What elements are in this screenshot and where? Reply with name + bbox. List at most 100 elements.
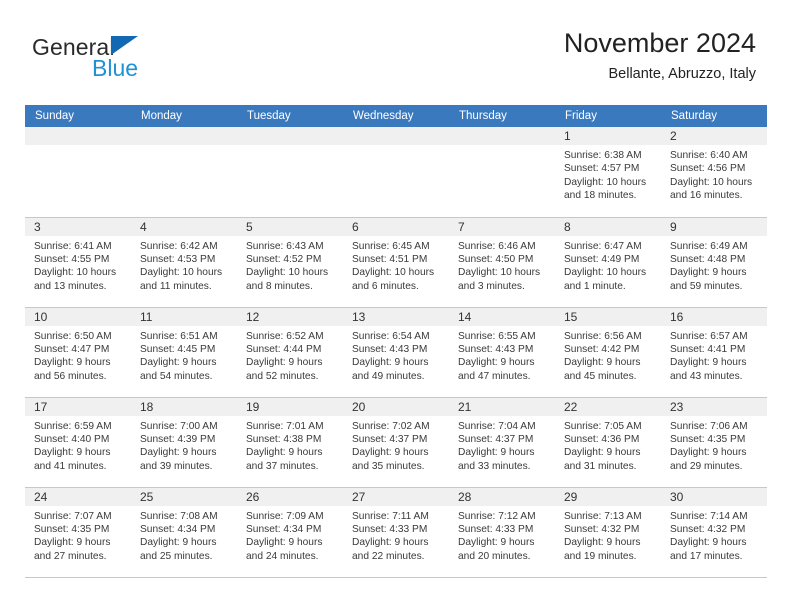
day-details: Sunrise: 7:13 AM Sunset: 4:32 PM Daylight:…: [555, 506, 661, 564]
weekday-header-sunday: Sunday: [25, 105, 131, 127]
calendar-day-cell[interactable]: 27 Sunrise: 7:11 AM Sunset: 4:33 PM Dayligh…: [343, 487, 449, 578]
day-number: 26: [237, 487, 343, 506]
sunset-text: Sunset: 4:32 PM: [564, 523, 640, 535]
logo-triangle-icon: [111, 36, 138, 55]
sunset-text: Sunset: 4:43 PM: [352, 343, 428, 355]
calendar-day-cell[interactable]: 18 Sunrise: 7:00 AM Sunset: 4:39 PM Dayligh…: [131, 397, 237, 488]
daylight-text: Daylight: 9 hours and 47 minutes.: [458, 357, 535, 382]
weekday-header-row: Sunday Monday Tuesday Wednesday Thursday…: [25, 105, 767, 127]
calendar-day-cell[interactable]: 23 Sunrise: 7:06 AM Sunset: 4:35 PM Dayligh…: [661, 397, 767, 488]
calendar-day-cell[interactable]: 11 Sunrise: 6:51 AM Sunset: 4:45 PM Dayligh…: [131, 307, 237, 398]
calendar-day-cell[interactable]: 6 Sunrise: 6:45 AM Sunset: 4:51 PM Daylight…: [343, 217, 449, 308]
sunset-text: Sunset: 4:45 PM: [140, 343, 216, 355]
daylight-text: Daylight: 10 hours and 8 minutes.: [246, 267, 329, 292]
sunset-text: Sunset: 4:37 PM: [458, 433, 534, 445]
day-number: 22: [555, 397, 661, 416]
calendar-day-cell[interactable]: 16 Sunrise: 6:57 AM Sunset: 4:41 PM Dayligh…: [661, 307, 767, 398]
calendar-day-cell[interactable]: 3 Sunrise: 6:41 AM Sunset: 4:55 PM Daylight…: [25, 217, 131, 308]
sunrise-text: Sunrise: 6:45 AM: [352, 240, 430, 252]
sunrise-text: Sunrise: 6:46 AM: [458, 240, 536, 252]
day-number: 8: [555, 217, 661, 236]
day-details: Sunrise: 6:50 AM Sunset: 4:47 PM Daylight:…: [25, 326, 131, 384]
sunrise-text: Sunrise: 6:54 AM: [352, 330, 430, 342]
day-number: [343, 127, 449, 145]
calendar-day-cell[interactable]: 30 Sunrise: 7:14 AM Sunset: 4:32 PM Dayligh…: [661, 487, 767, 578]
calendar-day-cell[interactable]: 5 Sunrise: 6:43 AM Sunset: 4:52 PM Daylight…: [237, 217, 343, 308]
sunrise-text: Sunrise: 6:51 AM: [140, 330, 218, 342]
calendar-day-cell-empty: [449, 127, 555, 218]
sunrise-text: Sunrise: 7:09 AM: [246, 510, 324, 522]
sunset-text: Sunset: 4:49 PM: [564, 253, 640, 265]
day-details: Sunrise: 7:09 AM Sunset: 4:34 PM Daylight:…: [237, 506, 343, 564]
daylight-text: Daylight: 9 hours and 52 minutes.: [246, 357, 323, 382]
sunrise-text: Sunrise: 7:06 AM: [670, 420, 748, 432]
daylight-text: Daylight: 9 hours and 17 minutes.: [670, 537, 747, 562]
calendar-day-cell[interactable]: 1 Sunrise: 6:38 AM Sunset: 4:57 PM Daylight…: [555, 127, 661, 218]
calendar-day-cell[interactable]: 24 Sunrise: 7:07 AM Sunset: 4:35 PM Dayligh…: [25, 487, 131, 578]
calendar-day-cell[interactable]: 9 Sunrise: 6:49 AM Sunset: 4:48 PM Daylight…: [661, 217, 767, 308]
day-number: 24: [25, 487, 131, 506]
calendar-day-cell[interactable]: 25 Sunrise: 7:08 AM Sunset: 4:34 PM Dayligh…: [131, 487, 237, 578]
daylight-text: Daylight: 9 hours and 27 minutes.: [34, 537, 111, 562]
title-block: November 2024 Bellante, Abruzzo, Italy: [564, 28, 756, 82]
sunrise-text: Sunrise: 6:50 AM: [34, 330, 112, 342]
sunset-text: Sunset: 4:48 PM: [670, 253, 746, 265]
day-details: Sunrise: 7:00 AM Sunset: 4:39 PM Daylight:…: [131, 416, 237, 474]
daylight-text: Daylight: 10 hours and 16 minutes.: [670, 176, 753, 202]
daylight-text: Daylight: 9 hours and 41 minutes.: [34, 447, 111, 472]
daylight-text: Daylight: 9 hours and 31 minutes.: [564, 447, 641, 472]
daylight-text: Daylight: 9 hours and 43 minutes.: [670, 357, 747, 382]
sunset-text: Sunset: 4:52 PM: [246, 253, 322, 265]
sunrise-text: Sunrise: 7:05 AM: [564, 420, 642, 432]
day-details: Sunrise: 6:56 AM Sunset: 4:42 PM Daylight:…: [555, 326, 661, 384]
daylight-text: Daylight: 10 hours and 3 minutes.: [458, 267, 541, 292]
calendar-day-cell[interactable]: 28 Sunrise: 7:12 AM Sunset: 4:33 PM Dayligh…: [449, 487, 555, 578]
calendar-week-row: 3 Sunrise: 6:41 AM Sunset: 4:55 PM Daylight…: [25, 217, 767, 308]
day-number: 12: [237, 307, 343, 326]
day-number: [237, 127, 343, 145]
sunset-text: Sunset: 4:47 PM: [34, 343, 110, 355]
calendar-day-cell[interactable]: 21 Sunrise: 7:04 AM Sunset: 4:37 PM Dayligh…: [449, 397, 555, 488]
sunrise-text: Sunrise: 7:13 AM: [564, 510, 642, 522]
calendar-day-cell[interactable]: 10 Sunrise: 6:50 AM Sunset: 4:47 PM Dayligh…: [25, 307, 131, 398]
calendar-day-cell[interactable]: 20 Sunrise: 7:02 AM Sunset: 4:37 PM Dayligh…: [343, 397, 449, 488]
daylight-text: Daylight: 9 hours and 24 minutes.: [246, 537, 323, 562]
day-number: 18: [131, 397, 237, 416]
day-number: 17: [25, 397, 131, 416]
day-number: 21: [449, 397, 555, 416]
day-number: 27: [343, 487, 449, 506]
day-details: Sunrise: 6:59 AM Sunset: 4:40 PM Daylight:…: [25, 416, 131, 474]
calendar-day-cell[interactable]: 22 Sunrise: 7:05 AM Sunset: 4:36 PM Dayligh…: [555, 397, 661, 488]
sunset-text: Sunset: 4:39 PM: [140, 433, 216, 445]
weekday-header-wednesday: Wednesday: [343, 105, 449, 127]
day-details: Sunrise: 7:05 AM Sunset: 4:36 PM Daylight:…: [555, 416, 661, 474]
weekday-header-monday: Monday: [131, 105, 237, 127]
day-details: Sunrise: 6:54 AM Sunset: 4:43 PM Daylight:…: [343, 326, 449, 384]
sunset-text: Sunset: 4:38 PM: [246, 433, 322, 445]
sunrise-text: Sunrise: 7:12 AM: [458, 510, 536, 522]
sunrise-text: Sunrise: 7:04 AM: [458, 420, 536, 432]
day-details: Sunrise: 6:38 AM Sunset: 4:57 PM Daylight:…: [555, 145, 661, 203]
calendar-day-cell[interactable]: 19 Sunrise: 7:01 AM Sunset: 4:38 PM Dayligh…: [237, 397, 343, 488]
calendar-day-cell[interactable]: 13 Sunrise: 6:54 AM Sunset: 4:43 PM Dayligh…: [343, 307, 449, 398]
calendar-day-cell[interactable]: 8 Sunrise: 6:47 AM Sunset: 4:49 PM Daylight…: [555, 217, 661, 308]
sunset-text: Sunset: 4:40 PM: [34, 433, 110, 445]
calendar-day-cell[interactable]: 2 Sunrise: 6:40 AM Sunset: 4:56 PM Daylight…: [661, 127, 767, 218]
calendar-day-cell[interactable]: 14 Sunrise: 6:55 AM Sunset: 4:43 PM Dayligh…: [449, 307, 555, 398]
sunrise-text: Sunrise: 6:55 AM: [458, 330, 536, 342]
calendar-day-cell[interactable]: 12 Sunrise: 6:52 AM Sunset: 4:44 PM Dayligh…: [237, 307, 343, 398]
day-number: 11: [131, 307, 237, 326]
calendar-day-cell[interactable]: 29 Sunrise: 7:13 AM Sunset: 4:32 PM Dayligh…: [555, 487, 661, 578]
sunrise-text: Sunrise: 6:42 AM: [140, 240, 218, 252]
day-number: 25: [131, 487, 237, 506]
sunrise-text: Sunrise: 6:40 AM: [670, 150, 748, 161]
calendar-day-cell[interactable]: 4 Sunrise: 6:42 AM Sunset: 4:53 PM Daylight…: [131, 217, 237, 308]
calendar-day-cell[interactable]: 26 Sunrise: 7:09 AM Sunset: 4:34 PM Dayligh…: [237, 487, 343, 578]
sunset-text: Sunset: 4:35 PM: [34, 523, 110, 535]
day-number: 29: [555, 487, 661, 506]
daylight-text: Daylight: 10 hours and 1 minute.: [564, 267, 647, 292]
calendar-day-cell[interactable]: 7 Sunrise: 6:46 AM Sunset: 4:50 PM Daylight…: [449, 217, 555, 308]
calendar-day-cell[interactable]: 17 Sunrise: 6:59 AM Sunset: 4:40 PM Dayligh…: [25, 397, 131, 488]
calendar-day-cell[interactable]: 15 Sunrise: 6:56 AM Sunset: 4:42 PM Dayligh…: [555, 307, 661, 398]
sunset-text: Sunset: 4:34 PM: [246, 523, 322, 535]
